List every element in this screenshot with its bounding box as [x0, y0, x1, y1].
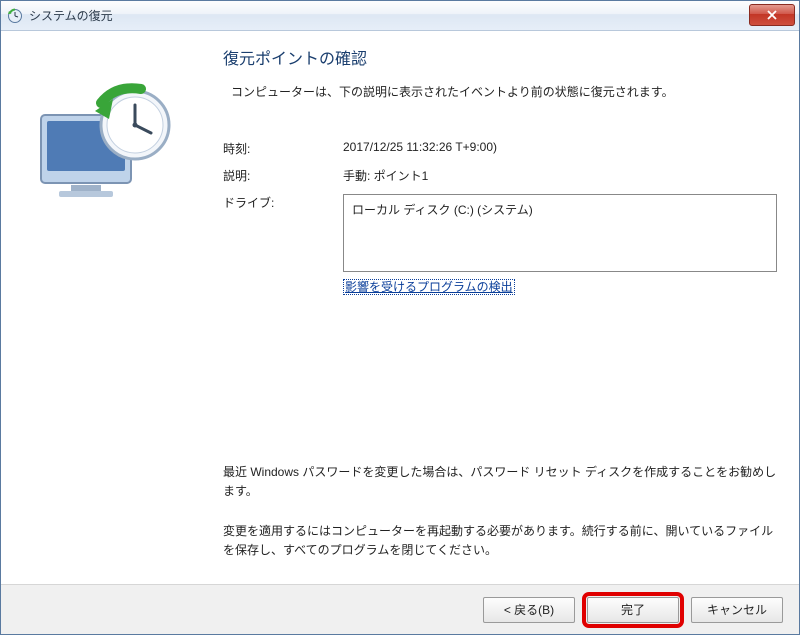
main-pane: 復元ポイントの確認 コンピューターは、下の説明に表示されたイベントより前の状態に… — [223, 45, 777, 574]
system-restore-window: システムの復元 — [0, 0, 800, 635]
description-label: 説明: — [223, 167, 343, 184]
time-label: 時刻: — [223, 140, 343, 157]
window-body: 復元ポイントの確認 コンピューターは、下の説明に表示されたイベントより前の状態に… — [1, 31, 799, 634]
titlebar: システムの復元 — [1, 1, 799, 31]
restore-point-info: 時刻: 2017/12/25 11:32:26 T+9:00) 説明: 手動: … — [223, 140, 777, 295]
drive-label: ドライブ: — [223, 194, 343, 295]
window-title: システムの復元 — [29, 7, 113, 24]
scan-affected-programs-link[interactable]: 影響を受けるプログラムの検出 — [343, 279, 515, 295]
close-button[interactable] — [749, 4, 795, 26]
page-subdescription: コンピューターは、下の説明に表示されたイベントより前の状態に復元されます。 — [223, 83, 777, 100]
back-button[interactable]: < 戻る(B) — [483, 597, 575, 623]
time-value: 2017/12/25 11:32:26 T+9:00) — [343, 140, 777, 157]
password-note: 最近 Windows パスワードを変更した場合は、パスワード リセット ディスク… — [223, 463, 777, 501]
button-bar: < 戻る(B) 完了 キャンセル — [1, 584, 799, 634]
drive-listbox[interactable]: ローカル ディスク (C:) (システム) — [343, 194, 777, 272]
close-icon — [767, 10, 777, 20]
content-area: 復元ポイントの確認 コンピューターは、下の説明に表示されたイベントより前の状態に… — [1, 31, 799, 584]
restart-note: 変更を適用するにはコンピューターを再起動する必要があります。続行する前に、開いて… — [223, 522, 777, 560]
description-value: 手動: ポイント1 — [343, 167, 777, 184]
illustration-pane — [23, 45, 223, 574]
restore-icon — [7, 8, 23, 24]
finish-button[interactable]: 完了 — [587, 597, 679, 623]
system-restore-illustration-icon — [23, 75, 183, 215]
drive-item: ローカル ディスク (C:) (システム) — [352, 203, 533, 217]
cancel-button[interactable]: キャンセル — [691, 597, 783, 623]
page-heading: 復元ポイントの確認 — [223, 45, 777, 69]
